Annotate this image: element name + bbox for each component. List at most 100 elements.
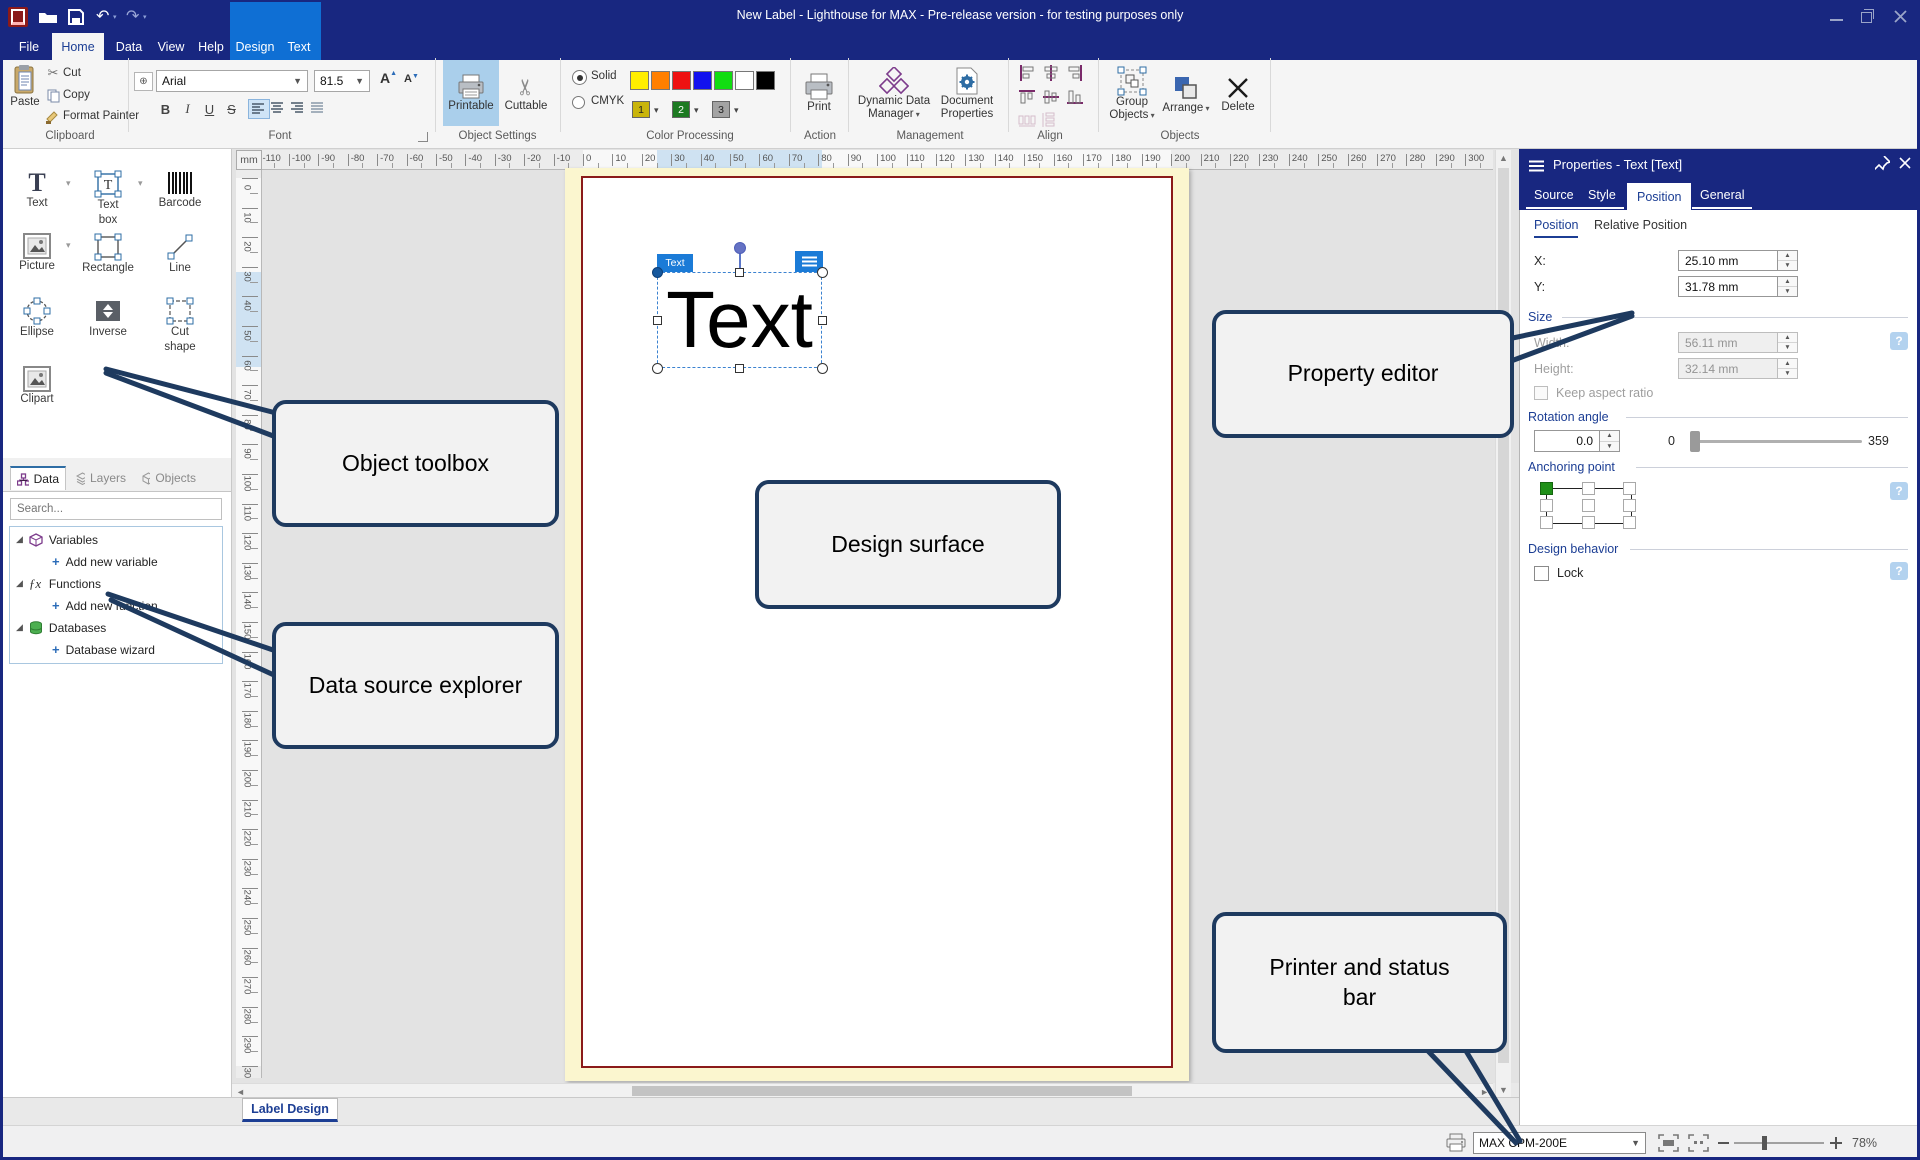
color-swatch[interactable] (630, 71, 649, 90)
properties-tab-general[interactable]: General (1692, 183, 1752, 209)
text-tool-dropdown-icon[interactable]: ▾ (66, 178, 71, 189)
align-bottom-edges-button[interactable] (1066, 88, 1084, 106)
italic-button[interactable]: I (178, 99, 197, 119)
x-spinner[interactable]: ▲▼ (1778, 250, 1798, 271)
horizontal-scrollbar-thumb[interactable] (632, 1086, 1132, 1096)
grow-font-button[interactable]: A▲ (380, 70, 397, 86)
paste-button[interactable]: Paste (8, 64, 42, 122)
subtab-relative-position[interactable]: Relative Position (1594, 218, 1687, 232)
align-left-button[interactable] (248, 99, 270, 119)
color-swatch[interactable] (651, 71, 670, 90)
anchor-bottom-center[interactable] (1582, 516, 1595, 529)
document-tab-label-design[interactable]: Label Design (242, 1098, 338, 1122)
scroll-right-icon[interactable]: ► (1480, 1087, 1489, 1097)
font-size-select[interactable]: 81.5▼ (314, 70, 370, 92)
tab-home[interactable]: Home (52, 33, 104, 60)
tree-item-functions[interactable]: ◢ ƒx Functions (16, 573, 101, 594)
delete-button[interactable]: Delete (1214, 62, 1262, 126)
horizontal-scrollbar[interactable]: ◄ ► (232, 1083, 1493, 1098)
panel-menu-icon[interactable] (1529, 160, 1544, 172)
anchor-middle-left[interactable] (1540, 499, 1553, 512)
cut-label[interactable]: Cut (63, 67, 81, 79)
y-spinner[interactable]: ▲▼ (1778, 276, 1798, 297)
document-properties-button[interactable]: DocumentProperties (934, 62, 1000, 126)
anchoring-help-button[interactable]: ? (1890, 482, 1908, 500)
toolbox-ellipse-button[interactable]: Ellipse (4, 297, 70, 340)
expander-icon[interactable]: ◢ (16, 534, 23, 545)
tree-item-add-variable[interactable]: + Add new variable (52, 551, 158, 572)
tab-text[interactable]: Text (280, 33, 318, 60)
color-slot-2[interactable]: 2 (672, 101, 690, 118)
resize-handle-bottom[interactable] (735, 364, 744, 373)
scroll-up-icon[interactable]: ▲ (1499, 153, 1508, 163)
cmyk-label[interactable]: CMYK (591, 95, 624, 107)
distribute-vertical-button[interactable] (1042, 112, 1060, 128)
underline-button[interactable]: U (200, 99, 219, 119)
zoom-slider-track[interactable] (1734, 1142, 1824, 1144)
behavior-help-button[interactable]: ? (1890, 562, 1908, 580)
tree-item-database-wizard[interactable]: + Database wizard (52, 639, 155, 660)
explorer-tab-data[interactable]: Data (10, 466, 66, 490)
align-center-button[interactable] (268, 99, 288, 117)
tree-item-add-function[interactable]: + Add new function (52, 595, 158, 616)
color-swatch[interactable] (756, 71, 775, 90)
color-slot-3-dropdown-icon[interactable]: ▾ (734, 105, 739, 116)
rotation-handle[interactable] (734, 242, 746, 254)
align-center-objects-button[interactable] (1042, 64, 1060, 82)
tab-view[interactable]: View (152, 33, 190, 60)
expander-icon[interactable]: ◢ (16, 578, 23, 589)
toolbox-text-button[interactable]: T Text (4, 170, 70, 211)
cmyk-radio[interactable] (572, 96, 585, 109)
expander-icon[interactable]: ◢ (16, 622, 23, 633)
toolbox-picture-button[interactable]: Picture (4, 233, 70, 274)
color-swatch[interactable] (672, 71, 691, 90)
printable-toggle[interactable]: Printable (443, 60, 499, 126)
tab-data[interactable]: Data (110, 33, 148, 60)
fit-content-icon[interactable] (1688, 1134, 1709, 1152)
strikethrough-button[interactable]: S (222, 99, 241, 119)
align-middle-objects-button[interactable] (1042, 88, 1060, 106)
resize-handle-bottom-left[interactable] (652, 363, 663, 374)
solid-radio[interactable] (572, 70, 587, 85)
y-input[interactable]: 31.78 mm (1678, 276, 1778, 297)
anchor-middle-right[interactable] (1623, 499, 1636, 512)
properties-tab-style[interactable]: Style (1580, 183, 1624, 209)
keep-aspect-checkbox[interactable] (1534, 386, 1548, 400)
solid-label[interactable]: Solid (591, 70, 617, 82)
align-right-edges-button[interactable] (1066, 64, 1084, 82)
scroll-down-icon[interactable]: ▼ (1499, 1085, 1508, 1095)
copy-icon[interactable] (47, 89, 60, 103)
printer-select[interactable]: MAX CPM-200E▼ (1473, 1132, 1646, 1154)
anchor-bottom-left[interactable] (1540, 516, 1553, 529)
search-input[interactable] (10, 498, 222, 520)
restore-button[interactable] (1861, 12, 1872, 23)
resize-handle-top-left[interactable] (652, 267, 663, 278)
tab-design[interactable]: Design (233, 33, 277, 60)
print-button[interactable]: Print (798, 62, 840, 124)
toolbox-rectangle-button[interactable]: Rectangle (75, 233, 141, 276)
pin-icon[interactable] (1875, 156, 1890, 171)
toolbox-cutshape-button[interactable]: Cutshape (147, 297, 213, 355)
font-options-icon[interactable]: ⊕ (134, 72, 153, 91)
toolbox-barcode-button[interactable]: Barcode (147, 170, 213, 211)
anchor-top-center[interactable] (1582, 482, 1595, 495)
color-swatch[interactable] (714, 71, 733, 90)
bold-button[interactable]: B (156, 99, 175, 119)
toolbox-textbox-button[interactable]: T Textbox (75, 170, 141, 228)
color-slot-2-dropdown-icon[interactable]: ▾ (694, 105, 699, 116)
anchor-top-right[interactable] (1623, 482, 1636, 495)
fit-label-icon[interactable] (1658, 1134, 1679, 1152)
resize-handle-right[interactable] (818, 316, 827, 325)
properties-tab-source[interactable]: Source (1526, 183, 1582, 209)
text-object-content[interactable]: Text (666, 280, 813, 360)
align-left-edges-button[interactable] (1018, 64, 1036, 82)
color-slot-1[interactable]: 1 (632, 101, 650, 118)
cuttable-toggle[interactable]: ✂ Cuttable (501, 60, 551, 126)
zoom-slider-thumb[interactable] (1762, 1136, 1767, 1150)
color-slot-3[interactable]: 3 (712, 101, 730, 118)
align-top-edges-button[interactable] (1018, 88, 1036, 106)
cut-icon[interactable]: ✂ (46, 66, 60, 80)
subtab-position[interactable]: Position (1534, 218, 1578, 238)
justify-button[interactable] (308, 99, 328, 117)
rotation-input[interactable]: 0.0 (1534, 430, 1600, 452)
